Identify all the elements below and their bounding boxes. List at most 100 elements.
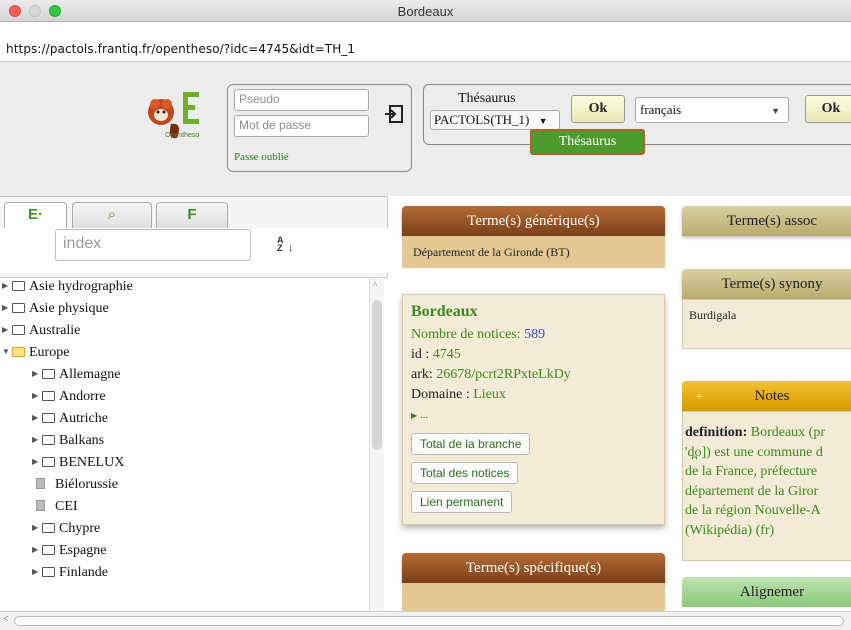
expand-right-icon[interactable]: ▶	[32, 523, 40, 532]
folder-icon	[12, 303, 25, 313]
tree-item-label[interactable]: Autriche	[59, 411, 108, 426]
login-icon[interactable]	[384, 104, 404, 124]
tab-search[interactable]: ⌕	[72, 202, 152, 228]
tree-item[interactable]: ▶ Balkans	[32, 433, 104, 455]
tree-item[interactable]: CEI	[32, 499, 78, 521]
expand-down-icon[interactable]: ▼	[2, 347, 10, 356]
tree-item[interactable]: ▶ Chypre	[32, 521, 100, 543]
password-input[interactable]: Mot de passe	[234, 115, 369, 137]
expand-right-icon[interactable]: ▶	[32, 413, 40, 422]
notes-definition-label: definition:	[685, 425, 748, 440]
thesaurus-select[interactable]: PACTOLS(TH_1) ▼	[430, 110, 560, 130]
expand-right-icon[interactable]: ▶	[2, 303, 10, 312]
tree-item-label[interactable]: Chypre	[59, 521, 100, 536]
tree-scrollbar[interactable]: ^	[369, 278, 384, 620]
specific-terms-header: Terme(s) spécifique(s)	[402, 553, 665, 583]
window-title: Bordeaux	[397, 4, 454, 19]
expand-right-icon[interactable]: ▶	[32, 435, 40, 444]
expand-right-icon[interactable]: ▶	[2, 325, 10, 334]
url-text[interactable]: https://pactols.frantiq.fr/opentheso/?id…	[6, 42, 355, 56]
tree-item-label[interactable]: Andorre	[59, 389, 106, 404]
scroll-up-icon[interactable]: ^	[373, 280, 377, 290]
tab-hierarchy[interactable]: E·	[4, 202, 67, 228]
thesaurus-selected: PACTOLS(TH_1)	[434, 112, 530, 127]
tree-item[interactable]: ▶ Asie hydrographie	[2, 279, 133, 301]
synonym-value: Burdigala	[689, 308, 737, 322]
sort-alpha-icon[interactable]: A Z ↓	[277, 236, 294, 255]
domain-value[interactable]: Lieux	[473, 387, 506, 402]
tree-item-label[interactable]: Asie physique	[29, 301, 109, 316]
notices-line: Nombre de notices: 589	[411, 327, 545, 343]
tree-item[interactable]: ▶ BENELUX	[32, 455, 124, 477]
generic-terms-header: Terme(s) générique(s)	[402, 206, 665, 236]
concept-card: Bordeaux Nombre de notices: 589 id : 474…	[402, 294, 665, 525]
total-notices-button[interactable]: Total des notices	[411, 462, 519, 484]
generic-term-link[interactable]: Département de la Gironde (BT)	[413, 245, 570, 260]
notes-line-5: (Wikipédia) (fr)	[685, 522, 775, 538]
notices-label: Nombre de notices:	[411, 327, 521, 342]
tree-scroll-thumb[interactable]	[372, 300, 382, 450]
tree-item-label[interactable]: Australie	[29, 323, 80, 338]
tree-item[interactable]: ▶ Asie physique	[2, 301, 109, 323]
tree-item[interactable]: ▶ Autriche	[32, 411, 108, 433]
synonym-terms-header: Terme(s) synony	[682, 269, 851, 299]
thesaurus-ok-button[interactable]: Ok	[571, 95, 625, 123]
url-bar[interactable]: https://pactols.frantiq.fr/opentheso/?id…	[0, 22, 851, 62]
expand-right-icon[interactable]: ▶	[32, 545, 40, 554]
language-ok-button[interactable]: Ok	[805, 95, 851, 123]
horizontal-scroll-thumb[interactable]	[14, 616, 844, 626]
chevron-down-icon: ▼	[538, 116, 548, 126]
add-note-icon[interactable]: +	[696, 381, 703, 411]
concept-details: Terme(s) générique(s) Département de la …	[388, 196, 851, 611]
expand-right-icon[interactable]: ▶	[32, 457, 40, 466]
tree-item[interactable]: ▶ Espagne	[32, 543, 106, 565]
tab-facets[interactable]: F	[156, 202, 228, 228]
id-label: id :	[411, 347, 430, 362]
horizontal-scrollbar[interactable]: <	[0, 611, 851, 630]
more-label: ...	[419, 409, 429, 421]
tree-item-label[interactable]: BENELUX	[59, 455, 124, 470]
expand-right-icon[interactable]: ▶	[32, 369, 40, 378]
folder-icon	[42, 567, 55, 577]
header: Opentheso Pseudo Mot de passe Passe oubl…	[0, 62, 851, 196]
tree-item[interactable]: ▶ Andorre	[32, 389, 106, 411]
ark-label: ark:	[411, 367, 433, 382]
concept-tree: ▶ Asie hydrographie ▶ Asie physique ▶ Austral…	[0, 277, 388, 620]
expand-right-icon[interactable]: ▶	[32, 391, 40, 400]
tree-item-label[interactable]: Balkans	[59, 433, 104, 448]
expand-right-icon[interactable]: ▶	[2, 281, 10, 290]
total-branch-button[interactable]: Total de la branche	[411, 433, 531, 455]
tree-item-label[interactable]: Europe	[29, 345, 69, 360]
tree-item-label[interactable]: Biélorussie	[55, 477, 118, 492]
tree-item-label[interactable]: Finlande	[59, 565, 108, 580]
tree-item-label[interactable]: CEI	[55, 499, 78, 514]
tree-item[interactable]: ▶ Australie	[2, 323, 80, 345]
chevron-right-icon: ▶	[411, 411, 418, 420]
document-icon	[36, 500, 45, 511]
folder-icon	[42, 523, 55, 533]
concept-title: Bordeaux	[411, 303, 478, 320]
permalink-button[interactable]: Lien permanent	[411, 491, 513, 513]
opentheso-logo-icon: Opentheso	[148, 92, 199, 139]
notes-text: definition: Bordeaux (pr 'd̪o]) est une …	[685, 423, 851, 540]
tree-item[interactable]: ▼ Europe	[2, 345, 69, 367]
notices-count[interactable]: 589	[524, 327, 545, 342]
tree-item-label[interactable]: Espagne	[59, 543, 106, 558]
pseudo-input[interactable]: Pseudo	[234, 89, 369, 111]
more-toggle[interactable]: ▶ ...	[411, 409, 428, 421]
tree-item-label[interactable]: Allemagne	[59, 367, 120, 382]
language-select[interactable]: français ▼	[635, 97, 789, 123]
folder-icon	[12, 347, 25, 357]
scroll-left-icon[interactable]: <	[3, 614, 9, 625]
folder-icon	[42, 545, 55, 555]
index-input[interactable]: index	[55, 229, 251, 261]
ark-value: 26678/pcrt2RPxteLkDy	[436, 367, 571, 382]
expand-right-icon[interactable]: ▶	[32, 567, 40, 576]
tree-item[interactable]: ▶ Finlande	[32, 565, 108, 587]
forgot-password-link[interactable]: Passe oublié	[234, 151, 289, 163]
tree-item[interactable]: Biélorussie	[32, 477, 118, 499]
tree-item-label[interactable]: Asie hydrographie	[29, 279, 133, 294]
notes-line-3: département de la Giror	[685, 483, 819, 499]
tree-item[interactable]: ▶ Allemagne	[32, 367, 120, 389]
thesaurus-tag[interactable]: Thésaurus	[530, 129, 645, 155]
